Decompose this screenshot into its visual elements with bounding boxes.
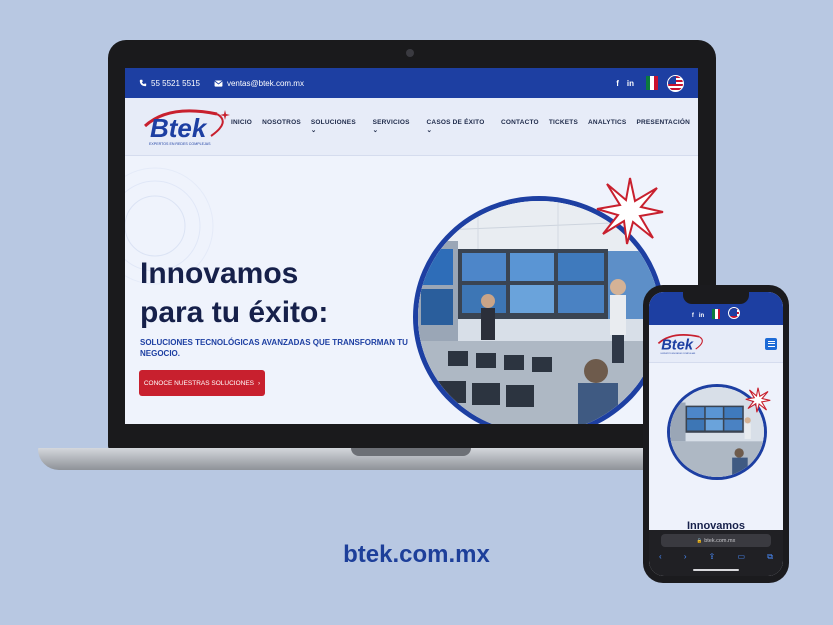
email-address: ventas@btek.com.mx bbox=[226, 78, 304, 88]
phone-number: 55 5521 5515 bbox=[151, 78, 200, 88]
laptop-frame: 55 5521 5515 ventas@btek.com.mx f in Bte… bbox=[108, 40, 716, 450]
main-navbar: Btek EXPERTOS EN REDES COMPLEJAS INICIO … bbox=[125, 98, 698, 156]
webcam bbox=[406, 49, 414, 57]
cta-label: CONOCE NUESTRAS SOLUCIONES bbox=[143, 379, 254, 387]
main-menu: INICIO NOSOTROS SOLUCIONES ⌄ SERVICIOS ⌄… bbox=[231, 119, 690, 134]
logo-tagline: EXPERTOS EN REDES COMPLEJAS bbox=[661, 352, 696, 355]
phone-screen: f in Btek EXPERTOS EN REDES COMPLEJAS In… bbox=[649, 292, 783, 576]
starburst-icon bbox=[745, 387, 771, 413]
top-contact-bar: 55 5521 5515 ventas@btek.com.mx f in bbox=[125, 68, 698, 98]
nav-item-presentacion[interactable]: PRESENTACIÓN bbox=[636, 119, 690, 134]
nav-item-nosotros[interactable]: NOSOTROS bbox=[262, 119, 301, 134]
mail-icon bbox=[214, 79, 223, 87]
btek-logo-mark: Btek EXPERTOS EN REDES COMPLEJAS bbox=[143, 108, 230, 146]
btek-logo[interactable]: Btek EXPERTOS EN REDES COMPLEJAS bbox=[139, 106, 231, 148]
home-indicator bbox=[693, 569, 739, 571]
email-contact[interactable]: ventas@btek.com.mx bbox=[214, 79, 304, 88]
nav-item-servicios[interactable]: SERVICIOS ⌄ bbox=[373, 119, 417, 134]
nav-item-inicio[interactable]: INICIO bbox=[231, 119, 252, 134]
btek-logo[interactable]: Btek EXPERTOS EN REDES COMPLEJAS bbox=[655, 331, 707, 357]
phone-frame: f in Btek EXPERTOS EN REDES COMPLEJAS In… bbox=[643, 285, 789, 583]
chevron-down-icon: ⌄ bbox=[310, 127, 317, 134]
site-url-caption: btek.com.mx bbox=[343, 541, 490, 568]
facebook-icon[interactable]: f bbox=[616, 79, 619, 88]
phone-navbar: Btek EXPERTOS EN REDES COMPLEJAS bbox=[649, 325, 783, 363]
nav-item-tickets[interactable]: TICKETS bbox=[549, 119, 578, 134]
nav-item-analytics[interactable]: ANALYTICS bbox=[588, 119, 626, 134]
logo-wordmark: Btek bbox=[150, 113, 208, 143]
laptop-hinge-notch bbox=[351, 448, 471, 456]
flag-usa-icon[interactable] bbox=[728, 307, 741, 319]
hero-title: Innovamos para tu éxito: bbox=[140, 257, 329, 329]
facebook-icon[interactable]: f bbox=[692, 313, 694, 319]
starburst-icon bbox=[596, 177, 664, 245]
hamburger-menu-icon[interactable] bbox=[765, 337, 777, 350]
laptop-base bbox=[38, 448, 728, 470]
chevron-down-icon: ⌄ bbox=[372, 127, 379, 134]
linkedin-icon[interactable]: in bbox=[627, 79, 634, 88]
phone-notch bbox=[683, 292, 749, 304]
hero-subtitle: SOLUCIONES TECNOLÓGICAS AVANZADAS QUE TR… bbox=[140, 338, 408, 358]
phone-contact[interactable]: 55 5521 5515 bbox=[139, 79, 200, 88]
logo-wordmark: Btek bbox=[661, 337, 694, 353]
logo-tagline: EXPERTOS EN REDES COMPLEJAS bbox=[149, 142, 211, 146]
flag-mexico-icon[interactable] bbox=[712, 309, 721, 319]
laptop-screen: 55 5521 5515 ventas@btek.com.mx f in Bte… bbox=[125, 68, 698, 424]
nav-item-contacto[interactable]: CONTACTO bbox=[501, 119, 539, 134]
chevron-down-icon: ⌄ bbox=[426, 127, 433, 134]
linkedin-icon[interactable]: in bbox=[699, 313, 704, 319]
phone-icon bbox=[139, 79, 147, 87]
nav-item-casos-de-exito[interactable]: CASOS DE ÉXITO ⌄ bbox=[427, 119, 491, 134]
flag-usa-icon[interactable] bbox=[667, 74, 684, 92]
hero-section: Innovamos para tu éxito: SOLUCIONES TECN… bbox=[125, 156, 698, 424]
cta-button[interactable]: CONOCE NUESTRAS SOLUCIONES › bbox=[139, 370, 265, 396]
chevron-right-icon: › bbox=[258, 379, 261, 387]
nav-item-soluciones[interactable]: SOLUCIONES ⌄ bbox=[311, 119, 363, 134]
flag-mexico-icon[interactable] bbox=[646, 76, 658, 90]
